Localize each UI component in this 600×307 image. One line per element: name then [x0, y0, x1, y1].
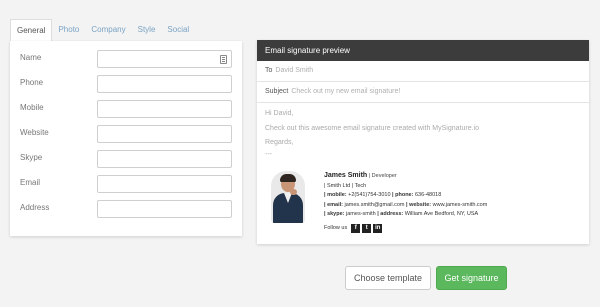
email-input[interactable]	[97, 175, 232, 193]
twitter-icon[interactable]: t	[362, 223, 372, 233]
tab-style[interactable]: Style	[132, 19, 162, 42]
subject-label: Subject	[265, 88, 289, 95]
address-row: Address	[10, 200, 242, 218]
email-row: Email	[10, 175, 242, 193]
signature-preview-panel: Email signature preview To David Smith Su…	[257, 40, 589, 244]
tab-social[interactable]: Social	[161, 19, 195, 42]
signature-skype-address: | skype: james-smith | address: William …	[324, 211, 479, 217]
name-input[interactable]	[97, 50, 232, 68]
name-label: Name	[20, 53, 42, 62]
choose-template-button[interactable]: Choose template	[345, 266, 431, 290]
signature-role: | Developer	[368, 173, 397, 179]
skype-row: Skype	[10, 150, 242, 168]
signature-details: James Smith | Developer | Smith Ltd | Te…	[324, 171, 554, 233]
tab-company[interactable]: Company	[85, 19, 131, 42]
signature-name: James Smith	[324, 172, 368, 179]
phone-label: Phone	[20, 78, 44, 87]
preview-title: Email signature preview	[257, 40, 589, 61]
settings-tabs: General Photo Company Style Social	[10, 19, 195, 42]
subject-value: Check out my new email signature!	[291, 88, 401, 95]
keyboard-icon[interactable]	[220, 55, 227, 64]
skype-label: Skype	[20, 153, 43, 162]
signature-company: | Smith Ltd | Tech	[324, 182, 367, 189]
phone-row: Phone	[10, 75, 242, 93]
skype-input[interactable]	[97, 150, 232, 168]
mobile-input[interactable]	[97, 100, 232, 118]
phone-input[interactable]	[97, 75, 232, 93]
mobile-label: Mobile	[20, 103, 44, 112]
email-label: Email	[20, 178, 41, 187]
follow-us-row: Follow us f t in	[324, 223, 554, 234]
to-value: David Smith	[275, 67, 314, 74]
profile-photo	[271, 171, 305, 223]
signature-contacts: | email: james.smith@gmail.com | website…	[324, 201, 488, 208]
address-label: Address	[20, 203, 50, 212]
address-input[interactable]	[97, 200, 232, 218]
get-signature-button[interactable]: Get signature	[436, 266, 507, 290]
facebook-icon[interactable]: f	[351, 223, 361, 233]
greeting-text: Hi David,	[265, 110, 294, 117]
separator-text: ---	[265, 151, 272, 158]
tab-photo[interactable]: Photo	[52, 19, 85, 42]
tab-general[interactable]: General	[10, 19, 53, 42]
general-form: Name Phone Mobile Website Skype Email Ad…	[10, 41, 242, 236]
website-input[interactable]	[97, 125, 232, 143]
follow-us-label: Follow us	[324, 224, 348, 231]
regards-text: Regards,	[265, 139, 294, 146]
to-label: To	[265, 67, 273, 74]
linkedin-icon[interactable]: in	[373, 223, 383, 233]
mobile-row: Mobile	[10, 100, 242, 118]
body-text: Check out this awesome email signature c…	[265, 125, 479, 132]
subject-row: Subject Check out my new email signature!	[257, 82, 589, 103]
signature-phones: | mobile: +2(541)754-3010 | phone: 636-4…	[324, 192, 442, 198]
name-row: Name	[10, 50, 242, 68]
to-row: To David Smith	[257, 61, 589, 82]
website-label: Website	[20, 128, 49, 137]
website-row: Website	[10, 125, 242, 143]
